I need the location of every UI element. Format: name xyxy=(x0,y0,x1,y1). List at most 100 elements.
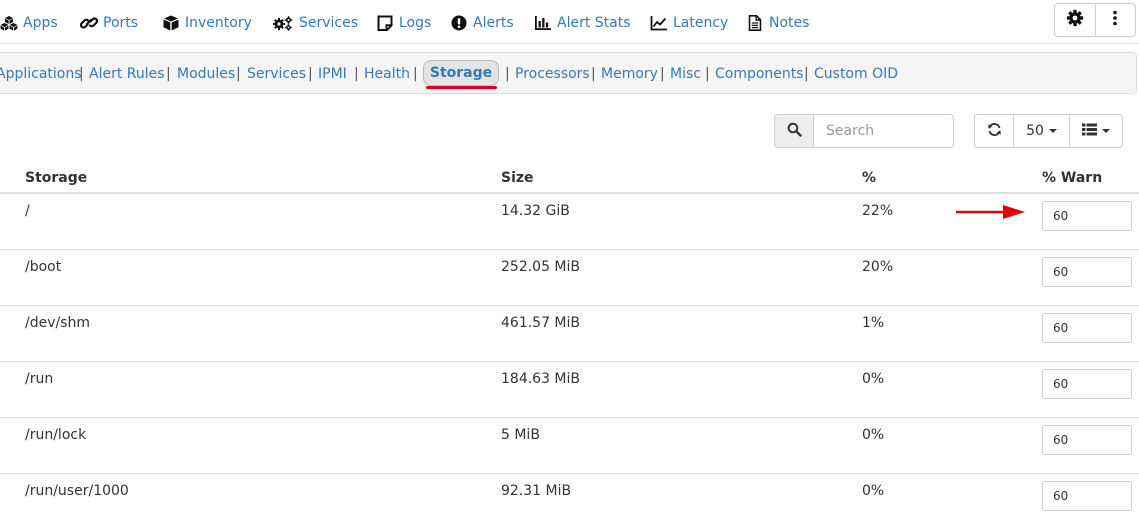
subnav-separator: | xyxy=(166,66,171,82)
subnav-separator: | xyxy=(804,66,809,82)
subnav-applications[interactable]: Applications xyxy=(0,65,82,83)
percent-cell: 1% xyxy=(862,315,885,331)
table-row: /run/lock 5 MiB 0% xyxy=(0,418,1139,474)
gear-icon xyxy=(1066,9,1084,31)
subnav-services[interactable]: Services xyxy=(247,65,306,83)
subnav-custom-oid[interactable]: Custom OID xyxy=(814,65,898,83)
nav-logs[interactable]: Logs xyxy=(376,13,431,33)
nav-ports-label: Ports xyxy=(103,15,139,31)
percent-warn-input[interactable] xyxy=(1042,425,1132,455)
red-arrow-annotation xyxy=(956,205,1025,219)
refresh-icon xyxy=(987,122,1002,141)
percent-cell: 0% xyxy=(862,483,885,499)
subnav-separator: | xyxy=(705,66,710,82)
size-cell: 184.63 MiB xyxy=(501,371,581,387)
storage-cell: /dev/shm xyxy=(25,315,91,331)
table-row: /run/user/1000 92.31 MiB 0% xyxy=(0,474,1139,520)
cogs-icon xyxy=(272,15,294,31)
size-cell: 92.31 MiB xyxy=(501,483,572,499)
size-cell: 5 MiB xyxy=(501,427,540,443)
nav-latency[interactable]: Latency xyxy=(650,13,728,33)
vertical-ellipsis-icon xyxy=(1112,10,1118,30)
subnav-separator: | xyxy=(236,66,241,82)
nav-notes-label: Notes xyxy=(769,15,810,31)
nav-services[interactable]: Services xyxy=(272,13,358,33)
subnav-separator: | xyxy=(591,66,596,82)
nav-alerts-label: Alerts xyxy=(473,15,514,31)
table-row: /boot 252.05 MiB 20% xyxy=(0,250,1139,306)
cube-icon xyxy=(162,15,180,31)
storage-cell: /boot xyxy=(25,259,62,275)
columns-dropdown[interactable] xyxy=(1069,115,1122,147)
percent-warn-input[interactable] xyxy=(1042,257,1132,287)
nav-apps-label: Apps xyxy=(23,15,58,31)
subnav-processors[interactable]: Processors xyxy=(515,65,590,83)
sticky-note-icon xyxy=(376,15,394,31)
subnav-separator: | xyxy=(505,66,510,82)
subnav-separator: | xyxy=(79,66,84,82)
column-header-percent[interactable]: % xyxy=(862,170,876,186)
percent-cell: 20% xyxy=(862,259,894,275)
subnav-health[interactable]: Health xyxy=(364,65,410,83)
size-cell: 252.05 MiB xyxy=(501,259,581,275)
search-button[interactable] xyxy=(775,115,814,147)
subnav-ipmi[interactable]: IPMI xyxy=(318,65,347,83)
search-input[interactable] xyxy=(814,115,953,147)
exclamation-circle-icon xyxy=(450,15,468,31)
health-subnav: Applications | Alert Rules | Modules | S… xyxy=(0,52,1137,94)
table-row: /run 184.63 MiB 0% xyxy=(0,362,1139,418)
line-chart-icon xyxy=(650,15,668,31)
percent-warn-input[interactable] xyxy=(1042,369,1132,399)
size-cell: 461.57 MiB xyxy=(501,315,581,331)
nav-ports[interactable]: Ports xyxy=(80,13,138,33)
nav-inventory[interactable]: Inventory xyxy=(162,13,252,33)
percent-warn-input[interactable] xyxy=(1042,313,1132,343)
refresh-button[interactable] xyxy=(975,115,1013,147)
nav-services-label: Services xyxy=(299,15,359,31)
nav-alert-stats[interactable]: Alert Stats xyxy=(534,13,631,33)
active-tab-underline xyxy=(426,86,497,89)
subnav-separator: | xyxy=(413,66,418,82)
nav-logs-label: Logs xyxy=(399,15,432,31)
nav-inventory-label: Inventory xyxy=(185,15,252,31)
nav-apps[interactable]: Apps xyxy=(0,13,58,33)
page-size-dropdown[interactable]: 50 xyxy=(1013,115,1069,147)
size-cell: 14.32 GiB xyxy=(501,203,570,219)
page-size-value: 50 xyxy=(1026,123,1044,139)
top-navigation: Apps Ports Inventory Services Logs Alert… xyxy=(0,0,1139,44)
nav-latency-label: Latency xyxy=(673,15,729,31)
storage-cell: /run/lock xyxy=(25,427,87,443)
table-row: /dev/shm 461.57 MiB 1% xyxy=(0,306,1139,362)
settings-button[interactable] xyxy=(1055,4,1095,36)
caret-down-icon xyxy=(1102,129,1110,133)
percent-cell: 0% xyxy=(862,427,885,443)
storage-cell: /run xyxy=(25,371,54,387)
nav-alerts[interactable]: Alerts xyxy=(450,13,514,33)
caret-down-icon xyxy=(1048,129,1057,133)
nav-notes[interactable]: Notes xyxy=(746,13,809,33)
column-header-storage[interactable]: Storage xyxy=(25,170,87,186)
subnav-modules[interactable]: Modules xyxy=(177,65,235,83)
nav-alert-stats-label: Alert Stats xyxy=(557,15,631,31)
file-text-icon xyxy=(746,15,764,31)
subnav-alert-rules[interactable]: Alert Rules xyxy=(89,65,165,83)
percent-warn-input[interactable] xyxy=(1042,481,1132,511)
bar-chart-icon xyxy=(534,15,552,31)
more-options-button[interactable] xyxy=(1094,4,1136,36)
subnav-memory[interactable]: Memory xyxy=(601,65,658,83)
subnav-misc[interactable]: Misc xyxy=(670,65,701,83)
subnav-separator: | xyxy=(660,66,665,82)
percent-cell: 0% xyxy=(862,371,885,387)
cubes-icon xyxy=(0,15,18,31)
column-header-percent-warn[interactable]: % Warn xyxy=(1042,170,1102,186)
search-group xyxy=(774,114,954,148)
subnav-storage[interactable]: Storage xyxy=(423,60,499,86)
subnav-separator: | xyxy=(308,66,313,82)
subnav-separator: | xyxy=(354,66,359,82)
search-icon xyxy=(787,122,802,141)
subnav-components[interactable]: Components xyxy=(715,65,804,83)
column-header-size[interactable]: Size xyxy=(501,170,534,186)
storage-cell: / xyxy=(25,203,30,219)
percent-warn-input[interactable] xyxy=(1042,201,1132,231)
storage-cell: /run/user/1000 xyxy=(25,483,129,499)
